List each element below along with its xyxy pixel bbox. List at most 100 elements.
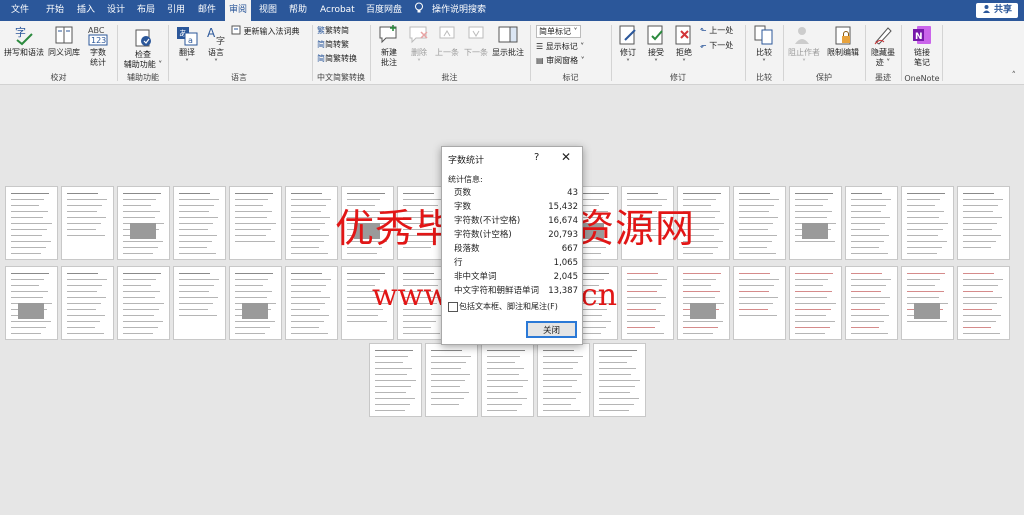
tab-view[interactable]: 视图 — [259, 0, 277, 21]
translate-button[interactable]: あa 翻译 ˅ — [173, 24, 201, 68]
collapse-ribbon-icon[interactable]: ˄ — [1012, 71, 1017, 81]
spelling-grammar-button[interactable]: 字 拼写和语法 — [4, 24, 44, 58]
page-thumbnail[interactable] — [229, 266, 282, 340]
delete-comment-button[interactable]: 删除 ˅ — [406, 24, 432, 68]
svg-text:字: 字 — [216, 35, 225, 46]
page-thumbnail[interactable] — [5, 186, 58, 260]
page-thumbnail[interactable] — [117, 186, 170, 260]
track-changes-button[interactable]: 修订 ˅ — [615, 24, 641, 68]
show-markup-button[interactable]: ☰ 显示标记 ˅ — [536, 41, 584, 52]
text-line — [795, 309, 831, 310]
text-line — [403, 273, 434, 274]
text-line — [179, 297, 218, 298]
text-line — [67, 279, 107, 280]
page-thumbnail[interactable] — [173, 186, 226, 260]
language-button[interactable]: A字 语言 ˅ — [203, 24, 229, 68]
tab-design[interactable]: 设计 — [107, 0, 125, 21]
show-comments-button[interactable]: 显示批注 — [490, 24, 526, 58]
page-thumbnail[interactable] — [845, 266, 898, 340]
text-line — [851, 235, 889, 236]
text-line — [11, 297, 43, 298]
page-thumbnail[interactable] — [901, 186, 954, 260]
text-line — [235, 199, 268, 200]
text-line — [67, 285, 102, 286]
tell-me-search[interactable]: 操作说明搜索 — [432, 0, 486, 21]
tab-baidu[interactable]: 百度网盘 — [366, 0, 402, 21]
page-thumbnail[interactable] — [369, 343, 422, 417]
page-thumbnail[interactable] — [61, 266, 114, 340]
page-thumbnail[interactable] — [285, 266, 338, 340]
share-button[interactable]: 共享 — [975, 3, 1018, 18]
text-line — [739, 259, 771, 260]
close-icon[interactable]: ✕ — [561, 150, 571, 164]
hide-ink-button[interactable]: 隐藏墨迹 ˅ — [868, 24, 898, 68]
svg-text:123: 123 — [91, 36, 106, 45]
restrict-editing-button[interactable]: 限制编辑 — [824, 24, 862, 58]
page-thumbnail[interactable] — [677, 266, 730, 340]
tab-file[interactable]: 文件 — [11, 0, 29, 21]
page-thumbnail[interactable] — [901, 266, 954, 340]
text-line — [739, 217, 778, 218]
thesaurus-button[interactable]: 同义词库 — [46, 24, 82, 58]
tab-help[interactable]: 帮助 — [289, 0, 307, 21]
text-line — [291, 205, 326, 206]
check-accessibility-button[interactable]: 检查 辅助功能 ˅ — [120, 28, 166, 70]
text-line — [179, 259, 211, 260]
page-thumbnail[interactable] — [117, 266, 170, 340]
include-textboxes-checkbox[interactable] — [448, 302, 458, 312]
previous-comment-button[interactable]: 上一条 — [433, 24, 461, 58]
page-thumbnail[interactable] — [593, 343, 646, 417]
page-thumbnail[interactable] — [733, 266, 786, 340]
page-thumbnail[interactable] — [789, 266, 842, 340]
text-line — [375, 410, 405, 411]
block-authors-button[interactable]: 阻止作者 ˅ — [786, 24, 822, 68]
text-line — [795, 321, 835, 322]
accept-button[interactable]: 接受 ˅ — [643, 24, 669, 68]
page-thumbnail[interactable] — [229, 186, 282, 260]
page-thumbnail[interactable] — [285, 186, 338, 260]
page-thumbnail[interactable] — [537, 343, 590, 417]
text-line — [907, 273, 945, 274]
new-comment-button[interactable]: 新建 批注 — [374, 24, 404, 68]
page-thumbnail[interactable] — [621, 266, 674, 340]
linked-notes-button[interactable]: N 链接 笔记 — [906, 24, 938, 68]
tab-insert[interactable]: 插入 — [77, 0, 95, 21]
reject-button[interactable]: 拒绝 ˅ — [671, 24, 697, 68]
trad-to-simp-button[interactable]: 繁繁转简 — [317, 25, 349, 36]
page-thumbnail[interactable] — [957, 186, 1010, 260]
review-pane-button[interactable]: ▤ 审阅窗格 ˅ — [536, 55, 585, 66]
accept-icon — [647, 25, 663, 45]
page-thumbnail[interactable] — [957, 266, 1010, 340]
word-count-button[interactable]: ABC 123 字数 统计 — [84, 24, 112, 68]
tab-layout[interactable]: 布局 — [137, 0, 155, 21]
tab-references[interactable]: 引用 — [167, 0, 185, 21]
tab-mailings[interactable]: 邮件 — [198, 0, 216, 21]
page-thumbnail[interactable] — [5, 266, 58, 340]
page-thumbnail[interactable] — [173, 266, 226, 340]
previous-change-button[interactable]: ⬑ 上一处 — [700, 25, 733, 36]
next-change-button[interactable]: ⬐ 下一处 — [700, 40, 733, 51]
tab-acrobat[interactable]: Acrobat — [320, 0, 355, 21]
lightbulb-icon[interactable] — [414, 0, 424, 21]
page-thumbnail[interactable] — [733, 186, 786, 260]
page-thumbnail[interactable] — [425, 343, 478, 417]
simp-to-trad-button[interactable]: 简简转繁 — [317, 39, 349, 50]
text-line — [179, 193, 210, 194]
chinese-convert-button[interactable]: 简简繁转换 — [317, 53, 357, 64]
text-line — [291, 327, 319, 328]
tab-review[interactable]: 审阅 — [225, 0, 252, 21]
help-icon[interactable]: ? — [534, 152, 539, 163]
close-button[interactable]: 关闭 — [526, 321, 577, 338]
tab-home[interactable]: 开始 — [46, 0, 64, 21]
next-comment-button[interactable]: 下一条 — [462, 24, 490, 58]
page-thumbnail[interactable] — [845, 186, 898, 260]
new-comment-icon — [379, 25, 397, 44]
language-icon: A字 — [207, 26, 225, 46]
simple-markup-select[interactable]: 简单标记 ˅ — [536, 25, 581, 38]
update-ime-button[interactable]: 更新输入法词典 — [231, 25, 300, 37]
page-thumbnail[interactable] — [481, 343, 534, 417]
page-thumbnail[interactable] — [789, 186, 842, 260]
group-protect: 阻止作者 ˅ 限制编辑 保护 — [784, 21, 864, 84]
page-thumbnail[interactable] — [61, 186, 114, 260]
compare-button[interactable]: 比较 ˅ — [750, 24, 778, 68]
